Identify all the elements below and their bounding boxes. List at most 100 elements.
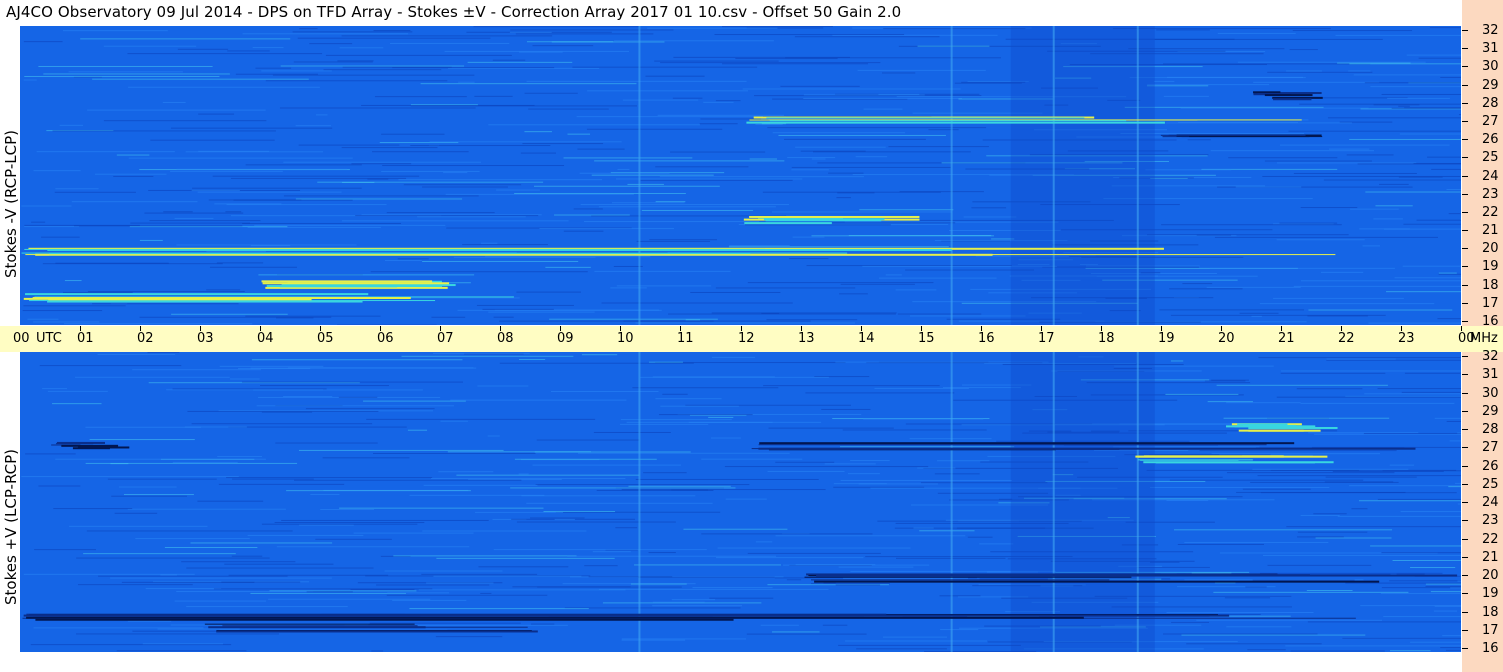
noise-streak: [1446, 420, 1461, 422]
noise-streak: [1440, 76, 1461, 78]
noise-streak: [1228, 157, 1338, 159]
noise-streak: [1170, 360, 1184, 362]
y-tick-label: 16: [1482, 314, 1499, 329]
noise-streak: [430, 478, 626, 480]
noise-streak: [1351, 508, 1368, 510]
noise-streak: [845, 640, 988, 642]
noise-streak: [728, 246, 949, 248]
noise-streak: [1400, 511, 1461, 513]
noise-streak: [778, 134, 946, 136]
noise-streak: [1280, 372, 1386, 374]
noise-streak: [1429, 27, 1461, 29]
noise-streak: [209, 266, 297, 268]
noise-streak: [768, 427, 894, 429]
y-tick-label: 20: [1482, 241, 1499, 256]
noise-streak: [1434, 417, 1461, 419]
noise-streak: [186, 567, 374, 569]
noise-streak: [443, 172, 468, 174]
noise-streak: [645, 75, 705, 77]
noise-streak: [317, 181, 544, 183]
y-tick-label: 21: [1482, 550, 1499, 565]
noise-streak: [795, 564, 876, 566]
noise-streak: [564, 607, 741, 609]
noise-streak: [701, 458, 803, 460]
noise-streak: [878, 93, 920, 95]
noise-streak: [539, 228, 674, 230]
noise-streak: [1199, 450, 1397, 452]
noise-streak: [488, 124, 700, 126]
noise-streak: [909, 438, 992, 440]
noise-streak: [1390, 650, 1431, 652]
y-tick: [1462, 303, 1468, 304]
noise-streak: [397, 258, 429, 260]
noise-streak: [658, 414, 753, 416]
x-tick-label: 10: [617, 331, 634, 346]
noise-streak: [1325, 476, 1417, 478]
noise-streak: [54, 191, 136, 193]
noise-streak: [1360, 605, 1461, 607]
noise-streak: [657, 114, 784, 116]
noise-streak: [601, 302, 793, 304]
x-first-label: 00: [13, 331, 30, 346]
noise-streak: [116, 650, 247, 652]
noise-streak: [392, 67, 555, 69]
noise-streak: [286, 490, 471, 492]
y-tick: [1462, 121, 1468, 122]
noise-streak: [683, 528, 788, 530]
noise-streak: [942, 387, 1021, 389]
noise-streak: [475, 511, 564, 513]
noise-streak: [409, 608, 589, 610]
noise-streak: [310, 493, 340, 495]
noise-streak: [855, 156, 888, 158]
noise-streak: [119, 486, 177, 488]
noise-streak: [127, 53, 323, 55]
noise-streak: [420, 83, 637, 85]
y-tick: [1462, 648, 1468, 649]
noise-streak: [1207, 401, 1253, 403]
noise-streak: [499, 362, 694, 364]
noise-streak: [482, 308, 554, 310]
noise-streak: [811, 235, 994, 237]
noise-streak: [1348, 70, 1371, 72]
noise-streak: [662, 393, 688, 395]
noise-streak: [1379, 183, 1409, 185]
noise-streak: [444, 50, 630, 52]
noise-streak: [1375, 205, 1413, 207]
noise-streak: [1299, 103, 1461, 105]
noise-streak: [1147, 234, 1349, 236]
noise-streak: [746, 633, 867, 635]
y-tick-label: 18: [1482, 605, 1499, 620]
noise-streak: [1217, 32, 1296, 34]
noise-streak: [1457, 580, 1461, 582]
noise-streak: [390, 42, 510, 44]
noise-streak: [703, 101, 734, 103]
noise-streak: [197, 500, 264, 502]
noise-streak: [1402, 265, 1461, 267]
y-tick: [1462, 557, 1468, 558]
noise-streak: [33, 321, 100, 323]
noise-streak: [858, 483, 938, 485]
noise-streak: [635, 478, 819, 480]
noise-streak: [519, 359, 546, 361]
noise-streak: [147, 352, 180, 354]
noise-streak: [353, 532, 474, 534]
x-tick-label: 00: [1458, 331, 1475, 346]
noise-streak: [369, 622, 521, 624]
noise-streak: [227, 50, 270, 52]
vertical-artifact: [1052, 352, 1055, 652]
noise-streak: [1247, 649, 1286, 651]
noise-streak: [59, 124, 83, 126]
noise-streak: [1315, 537, 1392, 539]
noise-streak: [1181, 634, 1366, 636]
noise-streak: [422, 186, 508, 188]
noise-streak: [255, 67, 292, 69]
noise-streak: [226, 477, 433, 479]
noise-streak: [1307, 315, 1368, 317]
noise-streak: [113, 175, 154, 177]
noise-streak: [170, 127, 333, 129]
interference-band: [1010, 26, 1155, 325]
noise-streak: [934, 473, 980, 475]
noise-streak: [1396, 573, 1425, 575]
noise-streak: [654, 60, 779, 62]
noise-streak: [789, 258, 829, 260]
